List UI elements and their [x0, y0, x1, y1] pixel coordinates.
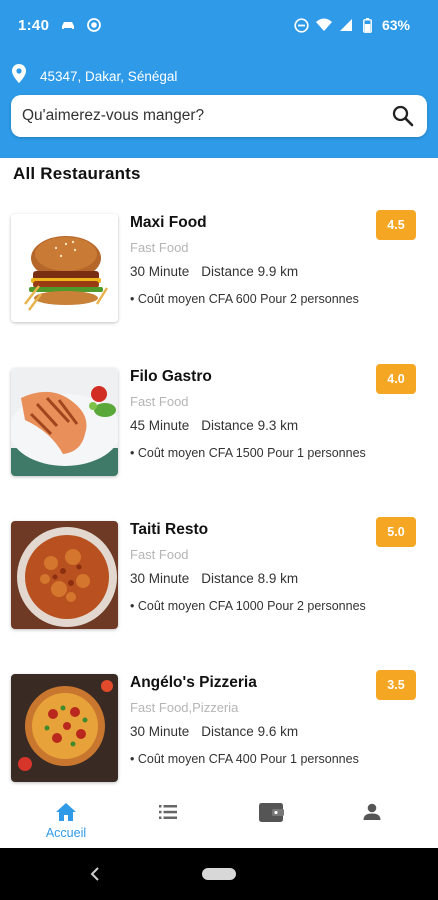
wifi-icon — [315, 17, 332, 33]
search-input[interactable] — [22, 95, 382, 137]
header: 1:40 63% 45347, Dakar, Sénégal Qu'aimere… — [0, 0, 438, 158]
restaurant-cost: • Coût moyen CFA 400 Pour 1 personnes — [130, 752, 359, 766]
home-icon — [54, 800, 78, 824]
search-icon[interactable] — [391, 104, 415, 128]
location-pin-icon — [12, 64, 26, 88]
status-bar: 1:40 63% — [0, 0, 438, 52]
restaurant-card[interactable]: Filo Gastro Fast Food 45 Minute Distance … — [0, 364, 438, 500]
restaurant-name: Angélo's Pizzeria — [130, 674, 257, 691]
home-pill-button[interactable] — [202, 868, 236, 880]
restaurant-cost: • Coût moyen CFA 1500 Pour 1 personnes — [130, 446, 366, 460]
restaurant-meta: 30 Minute Distance 8.9 km — [130, 571, 298, 586]
rating-badge: 3.5 — [376, 670, 416, 700]
nav-item-profile[interactable] — [322, 790, 422, 848]
location-row[interactable]: 45347, Dakar, Sénégal — [12, 64, 177, 88]
status-time: 1:40 — [18, 17, 50, 34]
restaurant-time: 30 Minute — [130, 264, 190, 279]
nav-item-list[interactable] — [118, 790, 218, 848]
signal-icon — [338, 17, 354, 33]
wallet-icon — [258, 800, 284, 824]
restaurant-cost: • Coût moyen CFA 600 Pour 2 personnes — [130, 292, 359, 306]
restaurant-distance: Distance 9.3 km — [201, 418, 299, 433]
rating-badge: 4.0 — [376, 364, 416, 394]
restaurant-time: 45 Minute — [130, 418, 190, 433]
bottom-nav: Accueil — [0, 790, 438, 848]
restaurant-time: 30 Minute — [130, 724, 190, 739]
restaurant-time: 30 Minute — [130, 571, 190, 586]
restaurant-category: Fast Food — [130, 240, 189, 255]
restaurant-image-pizza — [11, 674, 118, 782]
restaurant-cost: • Coût moyen CFA 1000 Pour 2 personnes — [130, 599, 366, 613]
nav-item-home[interactable]: Accueil — [16, 790, 116, 848]
record-icon — [86, 17, 102, 33]
restaurant-distance: Distance 9.9 km — [201, 264, 299, 279]
nav-label-home: Accueil — [45, 826, 87, 840]
back-chevron-icon[interactable] — [86, 864, 106, 884]
do-not-disturb-icon — [294, 17, 310, 33]
rating-badge: 5.0 — [376, 517, 416, 547]
restaurant-name: Filo Gastro — [130, 368, 212, 385]
car-icon — [60, 17, 76, 33]
location-text: 45347, Dakar, Sénégal — [40, 68, 178, 84]
battery-icon — [360, 17, 376, 33]
restaurant-image-burger — [11, 214, 118, 322]
restaurant-category: Fast Food — [130, 394, 189, 409]
status-right: 63% — [294, 17, 410, 33]
restaurant-name: Taiti Resto — [130, 521, 209, 538]
restaurant-meta: 30 Minute Distance 9.6 km — [130, 724, 298, 739]
restaurant-meta: 45 Minute Distance 9.3 km — [130, 418, 298, 433]
system-nav-bar — [0, 848, 438, 900]
status-left-icons — [60, 17, 102, 33]
restaurant-meta: 30 Minute Distance 9.9 km — [130, 264, 298, 279]
search-box — [11, 95, 427, 137]
restaurant-card[interactable]: Maxi Food Fast Food 30 Minute Distance 9.… — [0, 210, 438, 346]
rating-badge: 4.5 — [376, 210, 416, 240]
battery-percent: 63% — [381, 17, 410, 33]
section-title: All Restaurants — [13, 164, 141, 183]
restaurant-distance: Distance 9.6 km — [201, 724, 299, 739]
restaurant-category: Fast Food — [130, 547, 189, 562]
person-icon — [360, 800, 384, 824]
restaurant-distance: Distance 8.9 km — [201, 571, 299, 586]
restaurant-image-salmon-steak — [11, 368, 118, 476]
restaurant-image-rice-dish — [11, 521, 118, 629]
list-icon — [156, 800, 180, 824]
nav-item-wallet[interactable] — [220, 790, 320, 848]
restaurant-category: Fast Food,Pizzeria — [130, 700, 239, 715]
restaurant-card[interactable]: Taiti Resto Fast Food 30 Minute Distance … — [0, 517, 438, 653]
restaurant-card[interactable]: Angélo's Pizzeria Fast Food,Pizzeria 30 … — [0, 670, 438, 806]
restaurant-name: Maxi Food — [130, 214, 207, 231]
app-root: 1:40 63% 45347, Dakar, Sénégal Qu'aimere… — [0, 0, 438, 900]
